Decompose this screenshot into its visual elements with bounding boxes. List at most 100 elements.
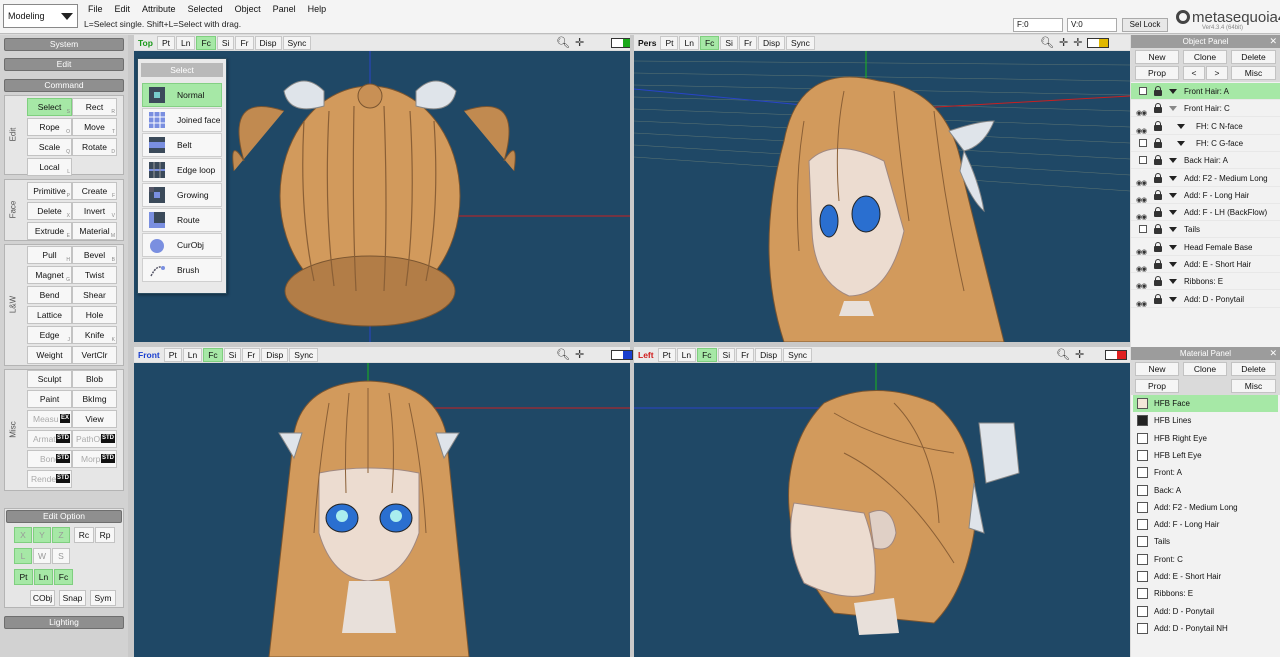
left-pt-button[interactable]: Pt <box>657 347 676 362</box>
expand-triangle-icon[interactable] <box>1169 296 1177 302</box>
menu-help[interactable]: Help <box>302 2 333 16</box>
left-sync-button[interactable]: Sync <box>783 347 813 362</box>
system-panel-button[interactable]: System <box>4 38 124 51</box>
world-toggle[interactable]: W <box>33 548 51 564</box>
lock-icon[interactable] <box>1154 120 1162 131</box>
command-panel-header[interactable]: Command <box>4 79 124 92</box>
axis-y-toggle[interactable]: Y <box>33 527 51 543</box>
material-row[interactable]: Add: E - Short Hair <box>1133 568 1278 585</box>
close-icon[interactable]: ✕ <box>1269 347 1277 360</box>
rc-button[interactable]: Rc <box>74 527 94 543</box>
object-clone-button[interactable]: Clone <box>1183 50 1227 64</box>
object-delete-button[interactable]: Delete <box>1231 50 1276 64</box>
front-sync-button[interactable]: Sync <box>289 347 319 362</box>
select-edge-loop-option[interactable]: Edge loop <box>142 158 222 182</box>
bend-command-button[interactable]: Bend <box>27 286 72 304</box>
face-toggle[interactable]: Fc <box>54 569 73 585</box>
expand-triangle-icon[interactable] <box>1169 210 1177 216</box>
lattice-command-button[interactable]: Lattice <box>27 306 72 324</box>
rect-command-button[interactable]: Rect R <box>72 98 117 116</box>
pers-fc-button[interactable]: Fc <box>699 35 720 50</box>
pers-fr-button[interactable]: Fr <box>738 35 757 50</box>
object-next-button[interactable]: > <box>1206 66 1228 80</box>
blob-command-button[interactable]: Blob <box>72 370 117 388</box>
object-row[interactable]: Tails <box>1131 221 1280 239</box>
pers-si-button[interactable]: Si <box>720 35 738 50</box>
material-row[interactable]: HFB Left Eye <box>1133 446 1278 464</box>
material-row[interactable]: Add: D - Ponytail <box>1133 602 1278 620</box>
expand-triangle-icon[interactable] <box>1169 262 1177 267</box>
zoom-icon[interactable]: 🔍︎ <box>1040 36 1054 49</box>
object-row[interactable]: ◉◉ Add: F - LH (BackFlow) <box>1131 204 1280 222</box>
local-toggle[interactable]: L <box>14 548 32 564</box>
point-toggle[interactable]: Pt <box>14 569 33 585</box>
front-pt-button[interactable]: Pt <box>163 347 182 362</box>
material-row[interactable]: Add: F - Long Hair <box>1133 516 1278 534</box>
select-growing-option[interactable]: Growing <box>142 183 222 207</box>
object-row[interactable]: Front Hair: A <box>1131 83 1280 100</box>
bone-command-button[interactable]: Bone STD <box>27 450 72 468</box>
material-swatch[interactable] <box>1137 622 1148 634</box>
menu-attribute[interactable]: Attribute <box>136 2 182 16</box>
lock-icon[interactable] <box>1154 241 1162 252</box>
screen-toggle[interactable]: S <box>52 548 70 564</box>
front-fc-button[interactable]: Fc <box>203 347 223 362</box>
monitor-icon[interactable] <box>611 349 634 360</box>
local-command-button[interactable]: Local L <box>27 158 72 176</box>
lighting-panel-button[interactable]: Lighting <box>4 616 124 629</box>
invert-command-button[interactable]: Invert V <box>72 202 117 220</box>
edge-command-button[interactable]: Edge J <box>27 326 72 344</box>
material-swatch[interactable] <box>1137 536 1148 548</box>
pers-disp-button[interactable]: Disp <box>757 35 785 50</box>
material-row[interactable]: Add: D - Ponytail NH <box>1133 619 1278 637</box>
select-route-option[interactable]: Route <box>142 208 222 232</box>
rope-command-button[interactable]: Rope O <box>27 118 72 136</box>
create-command-button[interactable]: Create F <box>72 182 117 200</box>
object-prev-button[interactable]: < <box>1183 66 1205 80</box>
front-viewport[interactable] <box>134 363 630 657</box>
menu-selected[interactable]: Selected <box>182 2 229 16</box>
object-prop-button[interactable]: Prop <box>1135 66 1179 80</box>
expand-triangle-icon[interactable] <box>1169 158 1177 164</box>
weight-command-button[interactable]: Weight <box>27 346 72 364</box>
menu-panel[interactable]: Panel <box>267 2 302 16</box>
lock-icon[interactable] <box>1154 259 1162 269</box>
bevel-command-button[interactable]: Bevel B <box>72 246 117 264</box>
material-clone-button[interactable]: Clone <box>1183 362 1227 376</box>
expand-triangle-icon[interactable] <box>1169 89 1177 94</box>
material-misc-button[interactable]: Misc <box>1231 379 1276 393</box>
menu-object[interactable]: Object <box>229 2 267 16</box>
object-row[interactable]: ◉◉ Add: D - Ponytail <box>1131 290 1280 308</box>
left-fr-button[interactable]: Fr <box>736 347 755 362</box>
rp-button[interactable]: Rp <box>95 527 115 543</box>
lock-icon[interactable] <box>1154 293 1162 304</box>
mode-select[interactable]: Modeling <box>3 4 78 28</box>
view-command-button[interactable]: View <box>72 410 117 428</box>
snap-button[interactable]: Snap <box>59 590 86 606</box>
select-command-button[interactable]: Select S <box>27 98 72 116</box>
twist-command-button[interactable]: Twist <box>72 266 117 284</box>
line-toggle[interactable]: Ln <box>34 569 53 585</box>
object-row[interactable]: ◉◉ FH: C N-face <box>1131 117 1280 135</box>
paint-command-button[interactable]: Paint <box>27 390 72 408</box>
pan-icon[interactable]: ✛ <box>575 348 584 361</box>
select-joined-face-option[interactable]: Joined face <box>142 108 222 132</box>
material-row[interactable]: HFB Face <box>1133 395 1278 412</box>
rotate-view-icon[interactable]: ✛ <box>1059 36 1068 49</box>
primitive-command-button[interactable]: Primitive P <box>27 182 72 200</box>
render-command-button[interactable]: Render STD <box>27 470 72 488</box>
expand-triangle-icon[interactable] <box>1169 175 1177 181</box>
lock-icon[interactable] <box>1154 224 1162 235</box>
material-swatch[interactable] <box>1137 432 1148 444</box>
select-brush-option[interactable]: Brush <box>142 258 222 282</box>
monitor-icon[interactable] <box>1087 37 1110 48</box>
pers-ln-button[interactable]: Ln <box>679 35 699 50</box>
bkimg-command-button[interactable]: BkImg <box>72 390 117 408</box>
left-viewport[interactable] <box>634 363 1130 657</box>
lock-icon[interactable] <box>1154 276 1162 287</box>
left-ln-button[interactable]: Ln <box>676 347 697 362</box>
sym-button[interactable]: Sym <box>90 590 116 606</box>
scale-command-button[interactable]: Scale Q <box>27 138 72 156</box>
front-si-button[interactable]: Si <box>223 347 242 362</box>
zoom-icon[interactable]: 🔍︎ <box>1056 348 1070 361</box>
